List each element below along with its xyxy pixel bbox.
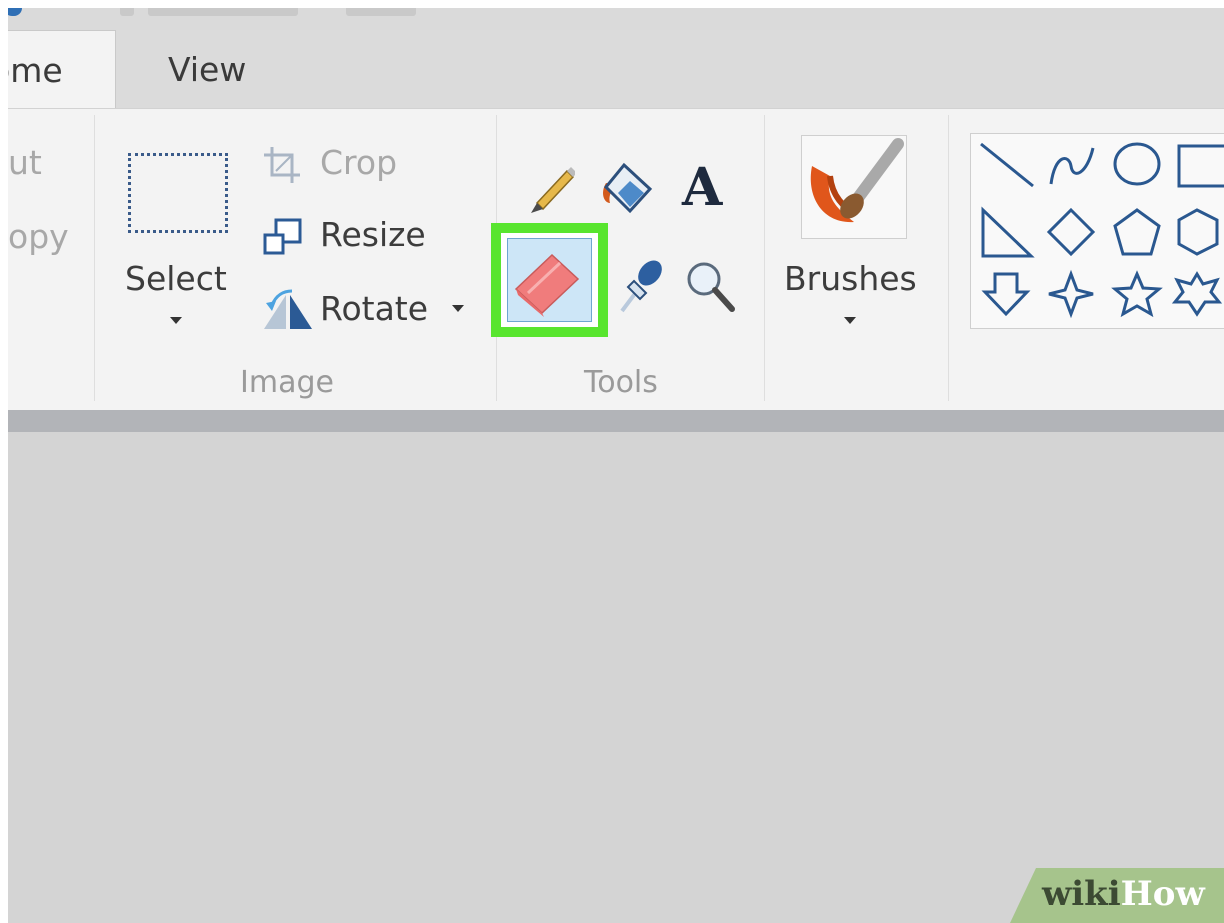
tab-view[interactable]: View xyxy=(168,30,246,110)
group-separator xyxy=(948,115,949,401)
chevron-down-icon xyxy=(170,317,182,324)
watermark-part2: How xyxy=(1120,874,1205,914)
brush-icon xyxy=(801,135,907,239)
tab-home-label: ome xyxy=(8,51,63,90)
cut-button[interactable]: ut xyxy=(8,143,42,182)
group-separator xyxy=(94,115,95,401)
text-icon[interactable]: A xyxy=(682,157,722,218)
eraser-button-face xyxy=(507,238,592,322)
title-bar xyxy=(8,8,1224,30)
title-ghost-2 xyxy=(148,8,298,16)
shapes-gallery[interactable] xyxy=(970,133,1224,329)
chevron-down-icon xyxy=(844,317,856,324)
eraser-button[interactable] xyxy=(491,223,608,337)
tools-group-label: Tools xyxy=(584,365,658,400)
tab-home[interactable]: ome xyxy=(8,30,116,110)
ribbon: ut opy Select Crop Resize Rotate Image A… xyxy=(8,108,1224,410)
app-icon xyxy=(8,8,22,16)
watermark-text: wikiHow xyxy=(1042,874,1205,914)
resize-label: Resize xyxy=(320,215,426,254)
crop-label: Crop xyxy=(320,143,398,182)
crop-icon xyxy=(264,147,300,183)
canvas-area[interactable] xyxy=(8,432,1224,923)
pencil-icon[interactable] xyxy=(523,161,575,215)
magnifier-icon[interactable] xyxy=(682,257,736,313)
wikihow-watermark: wikiHow xyxy=(1010,868,1224,923)
resize-icon xyxy=(263,218,302,255)
eraser-icon xyxy=(514,253,580,317)
copy-button[interactable]: opy xyxy=(8,217,69,256)
title-ghost-1 xyxy=(120,8,134,16)
ribbon-tab-row: ome View xyxy=(8,8,1224,110)
group-separator xyxy=(764,115,765,401)
rotate-label: Rotate xyxy=(320,289,429,328)
brushes-label: Brushes xyxy=(784,259,917,298)
paint-window: ome View ut opy Select Crop Resize xyxy=(8,8,1224,923)
shapes-grid xyxy=(980,142,1224,319)
fill-bucket-icon[interactable] xyxy=(596,159,656,217)
select-label: Select xyxy=(125,259,227,298)
watermark-part1: wiki xyxy=(1042,874,1121,914)
ribbon-canvas-divider xyxy=(8,410,1224,432)
rotate-icon xyxy=(264,289,312,329)
color-picker-icon[interactable] xyxy=(616,257,662,315)
tab-view-label: View xyxy=(168,50,247,89)
title-ghost-3 xyxy=(346,8,416,16)
image-group-label: Image xyxy=(240,365,334,400)
chevron-down-icon xyxy=(452,305,464,312)
select-rectangle-icon xyxy=(128,153,228,233)
